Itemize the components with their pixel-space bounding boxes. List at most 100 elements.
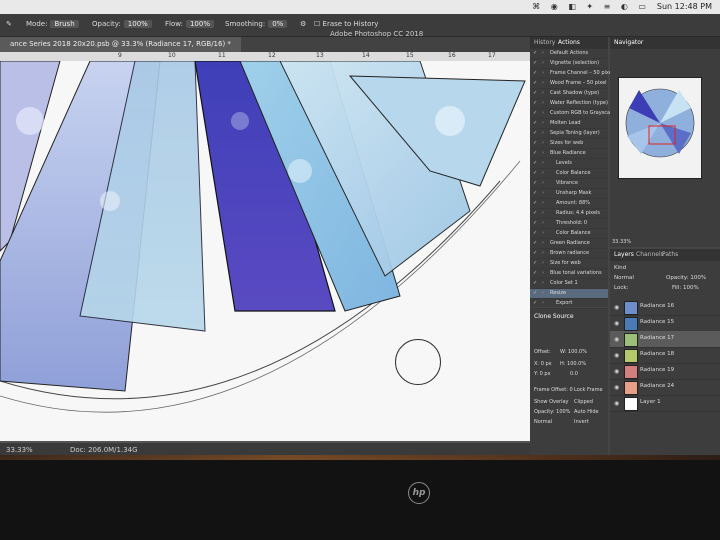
y-offset-field[interactable]: Y: 0 px xyxy=(534,371,551,377)
layer-lock[interactable]: Lock: xyxy=(614,285,628,291)
action-toggle-checkbox[interactable]: ✓ xyxy=(533,119,537,128)
chevron-right-icon[interactable]: › xyxy=(542,149,544,158)
layer-row[interactable]: ◉ Radiance 19 xyxy=(610,363,720,380)
action-item[interactable]: ✓ › Threshold: 0 xyxy=(530,219,608,229)
action-toggle-checkbox[interactable]: ✓ xyxy=(533,129,537,138)
action-item[interactable]: ✓ › Blue tonal variations xyxy=(530,269,608,279)
action-item[interactable]: ✓ › Export xyxy=(530,299,608,309)
chevron-right-icon[interactable]: › xyxy=(542,89,544,98)
action-toggle-checkbox[interactable]: ✓ xyxy=(533,239,537,248)
smoothing-field[interactable]: 0% xyxy=(268,20,288,28)
chevron-right-icon[interactable]: › xyxy=(542,139,544,148)
action-toggle-checkbox[interactable]: ✓ xyxy=(533,149,537,158)
erase-to-history-checkbox[interactable]: ☐ xyxy=(314,20,323,28)
action-toggle-checkbox[interactable]: ✓ xyxy=(533,169,537,178)
navigator-thumbnail[interactable] xyxy=(618,77,702,179)
action-toggle-checkbox[interactable]: ✓ xyxy=(533,49,537,58)
layer-row[interactable]: ◉ Layer 1 xyxy=(610,395,720,412)
chevron-right-icon[interactable]: › xyxy=(542,229,544,238)
action-item[interactable]: ✓ › Color Balance xyxy=(530,229,608,239)
overlay-opacity-field[interactable]: Opacity: 100% xyxy=(534,409,570,415)
action-toggle-checkbox[interactable]: ✓ xyxy=(533,99,537,108)
overlay-blend-dropdown[interactable]: Normal xyxy=(534,419,552,425)
eye-icon[interactable]: ◉ xyxy=(614,336,619,343)
layer-fill[interactable]: Fill: 100% xyxy=(672,285,699,291)
action-toggle-checkbox[interactable]: ✓ xyxy=(533,69,537,78)
navigator-zoom-field[interactable]: 33.33% xyxy=(612,239,631,245)
action-item[interactable]: ✓ › Brown radiance xyxy=(530,249,608,259)
chevron-right-icon[interactable]: › xyxy=(542,59,544,68)
action-toggle-checkbox[interactable]: ✓ xyxy=(533,289,537,298)
eye-icon[interactable]: ◉ xyxy=(614,368,619,375)
action-item[interactable]: ✓ › Blue Radiance xyxy=(530,149,608,159)
clipped-checkbox[interactable]: Clipped xyxy=(574,399,593,405)
action-toggle-checkbox[interactable]: ✓ xyxy=(533,199,537,208)
action-item[interactable]: ✓ › Custom RGB to Grayscale xyxy=(530,109,615,119)
chevron-right-icon[interactable]: › xyxy=(542,219,544,228)
invert-checkbox[interactable]: Invert xyxy=(574,419,589,425)
action-toggle-checkbox[interactable]: ✓ xyxy=(533,59,537,68)
chevron-right-icon[interactable]: › xyxy=(542,299,544,308)
action-item[interactable]: ✓ › Vignette (selection) xyxy=(530,59,608,69)
layer-filter-kind[interactable]: Kind xyxy=(614,265,626,271)
chevron-right-icon[interactable]: › xyxy=(542,109,544,118)
eye-icon[interactable]: ◉ xyxy=(614,400,619,407)
chevron-right-icon[interactable]: › xyxy=(542,179,544,188)
chevron-right-icon[interactable]: › xyxy=(542,169,544,178)
tab-paths[interactable]: Paths xyxy=(662,251,678,258)
chevron-right-icon[interactable]: › xyxy=(542,49,544,58)
tab-layers[interactable]: Layers xyxy=(614,251,634,258)
chevron-right-icon[interactable]: › xyxy=(542,119,544,128)
action-item[interactable]: ✓ › Resize xyxy=(530,289,608,299)
tab-actions[interactable]: Actions xyxy=(558,39,580,46)
layer-row[interactable]: ◉ Radiance 18 xyxy=(610,347,720,364)
chevron-right-icon[interactable]: › xyxy=(542,209,544,218)
layer-opacity[interactable]: Opacity: 100% xyxy=(666,275,706,281)
chevron-right-icon[interactable]: › xyxy=(542,79,544,88)
x-offset-field[interactable]: X: 0 px xyxy=(534,361,552,367)
action-toggle-checkbox[interactable]: ✓ xyxy=(533,79,537,88)
action-item[interactable]: ✓ › Default Actions xyxy=(530,49,608,59)
eye-icon[interactable]: ◉ xyxy=(614,304,619,311)
action-item[interactable]: ✓ › Green Radiance xyxy=(530,239,608,249)
action-toggle-checkbox[interactable]: ✓ xyxy=(533,179,537,188)
layer-row[interactable]: ◉ Radiance 17 xyxy=(610,331,720,348)
chevron-right-icon[interactable]: › xyxy=(542,199,544,208)
tab-channels[interactable]: Channels xyxy=(636,251,664,258)
chevron-right-icon[interactable]: › xyxy=(542,249,544,258)
zoom-level[interactable]: 33.33% xyxy=(6,446,33,454)
chevron-right-icon[interactable]: › xyxy=(542,289,544,298)
action-toggle-checkbox[interactable]: ✓ xyxy=(533,279,537,288)
chevron-right-icon[interactable]: › xyxy=(542,189,544,198)
action-toggle-checkbox[interactable]: ✓ xyxy=(533,299,537,308)
eye-icon[interactable]: ◉ xyxy=(614,320,619,327)
action-item[interactable]: ✓ › Vibrance xyxy=(530,179,608,189)
action-toggle-checkbox[interactable]: ✓ xyxy=(533,159,537,168)
chevron-right-icon[interactable]: › xyxy=(542,259,544,268)
eye-icon[interactable]: ◉ xyxy=(614,384,619,391)
action-toggle-checkbox[interactable]: ✓ xyxy=(533,139,537,148)
menubar-status-icons[interactable]: ⌘ ◉ ◧ ✦ ≡ ◐ ▭ xyxy=(532,0,650,14)
layer-row[interactable]: ◉ Radiance 24 xyxy=(610,379,720,396)
show-overlay-checkbox[interactable]: Show Overlay xyxy=(534,399,569,405)
document-tab[interactable]: ance Series 2018 20x20.psb @ 33.3% (Radi… xyxy=(0,37,241,52)
action-item[interactable]: ✓ › Frame Channel – 50 pixel xyxy=(530,69,613,79)
tab-navigator[interactable]: Navigator xyxy=(614,39,643,46)
chevron-right-icon[interactable]: › xyxy=(542,159,544,168)
action-toggle-checkbox[interactable]: ✓ xyxy=(533,249,537,258)
mode-dropdown[interactable]: Brush xyxy=(50,20,79,28)
action-toggle-checkbox[interactable]: ✓ xyxy=(533,209,537,218)
action-item[interactable]: ✓ › Molten Lead xyxy=(530,119,608,129)
lock-frame-checkbox[interactable]: Lock Frame xyxy=(574,387,603,393)
action-item[interactable]: ✓ › Sepia Toning (layer) xyxy=(530,129,608,139)
action-toggle-checkbox[interactable]: ✓ xyxy=(533,259,537,268)
chevron-right-icon[interactable]: › xyxy=(542,129,544,138)
layer-row[interactable]: ◉ Radiance 16 xyxy=(610,299,720,316)
gear-icon[interactable]: ⚙ xyxy=(300,20,306,28)
angle-field[interactable]: 0.0 xyxy=(570,371,578,377)
action-item[interactable]: ✓ › Levels xyxy=(530,159,608,169)
action-toggle-checkbox[interactable]: ✓ xyxy=(533,229,537,238)
chevron-right-icon[interactable]: › xyxy=(542,99,544,108)
chevron-right-icon[interactable]: › xyxy=(542,239,544,248)
action-item[interactable]: ✓ › Color Set 1 xyxy=(530,279,608,289)
